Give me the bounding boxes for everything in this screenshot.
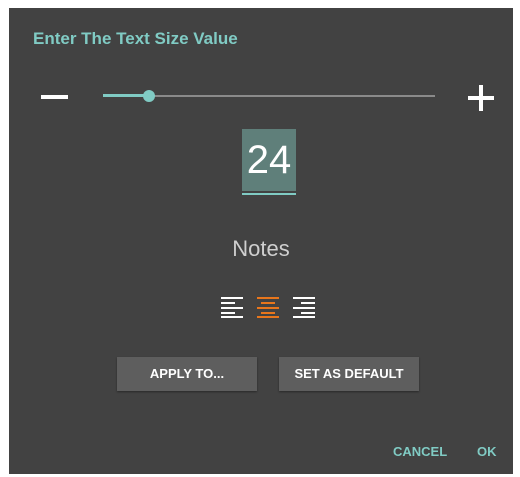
align-right-icon bbox=[293, 297, 315, 318]
text-size-slider[interactable] bbox=[103, 86, 435, 106]
set-as-default-button[interactable]: SET AS DEFAULT bbox=[279, 357, 419, 391]
input-underline bbox=[242, 193, 296, 195]
increase-size-button[interactable] bbox=[464, 81, 498, 115]
ok-button[interactable]: OK bbox=[477, 444, 497, 459]
preview-text: Notes bbox=[232, 236, 290, 261]
align-left-icon bbox=[221, 297, 243, 318]
dialog-title: Enter The Text Size Value bbox=[33, 29, 238, 48]
align-left-button[interactable] bbox=[221, 296, 245, 318]
align-right-button[interactable] bbox=[293, 296, 317, 318]
text-size-input[interactable]: 24 bbox=[242, 129, 296, 191]
cancel-button[interactable]: CANCEL bbox=[393, 444, 447, 459]
text-size-dialog: Enter The Text Size Value 24 Notes APPLY… bbox=[9, 8, 513, 474]
slider-thumb[interactable] bbox=[143, 90, 156, 102]
align-center-icon bbox=[257, 297, 279, 318]
decrease-size-button[interactable] bbox=[35, 84, 75, 110]
align-center-button[interactable] bbox=[257, 296, 281, 318]
apply-to-button[interactable]: APPLY TO... bbox=[117, 357, 257, 391]
minus-icon bbox=[41, 95, 68, 99]
